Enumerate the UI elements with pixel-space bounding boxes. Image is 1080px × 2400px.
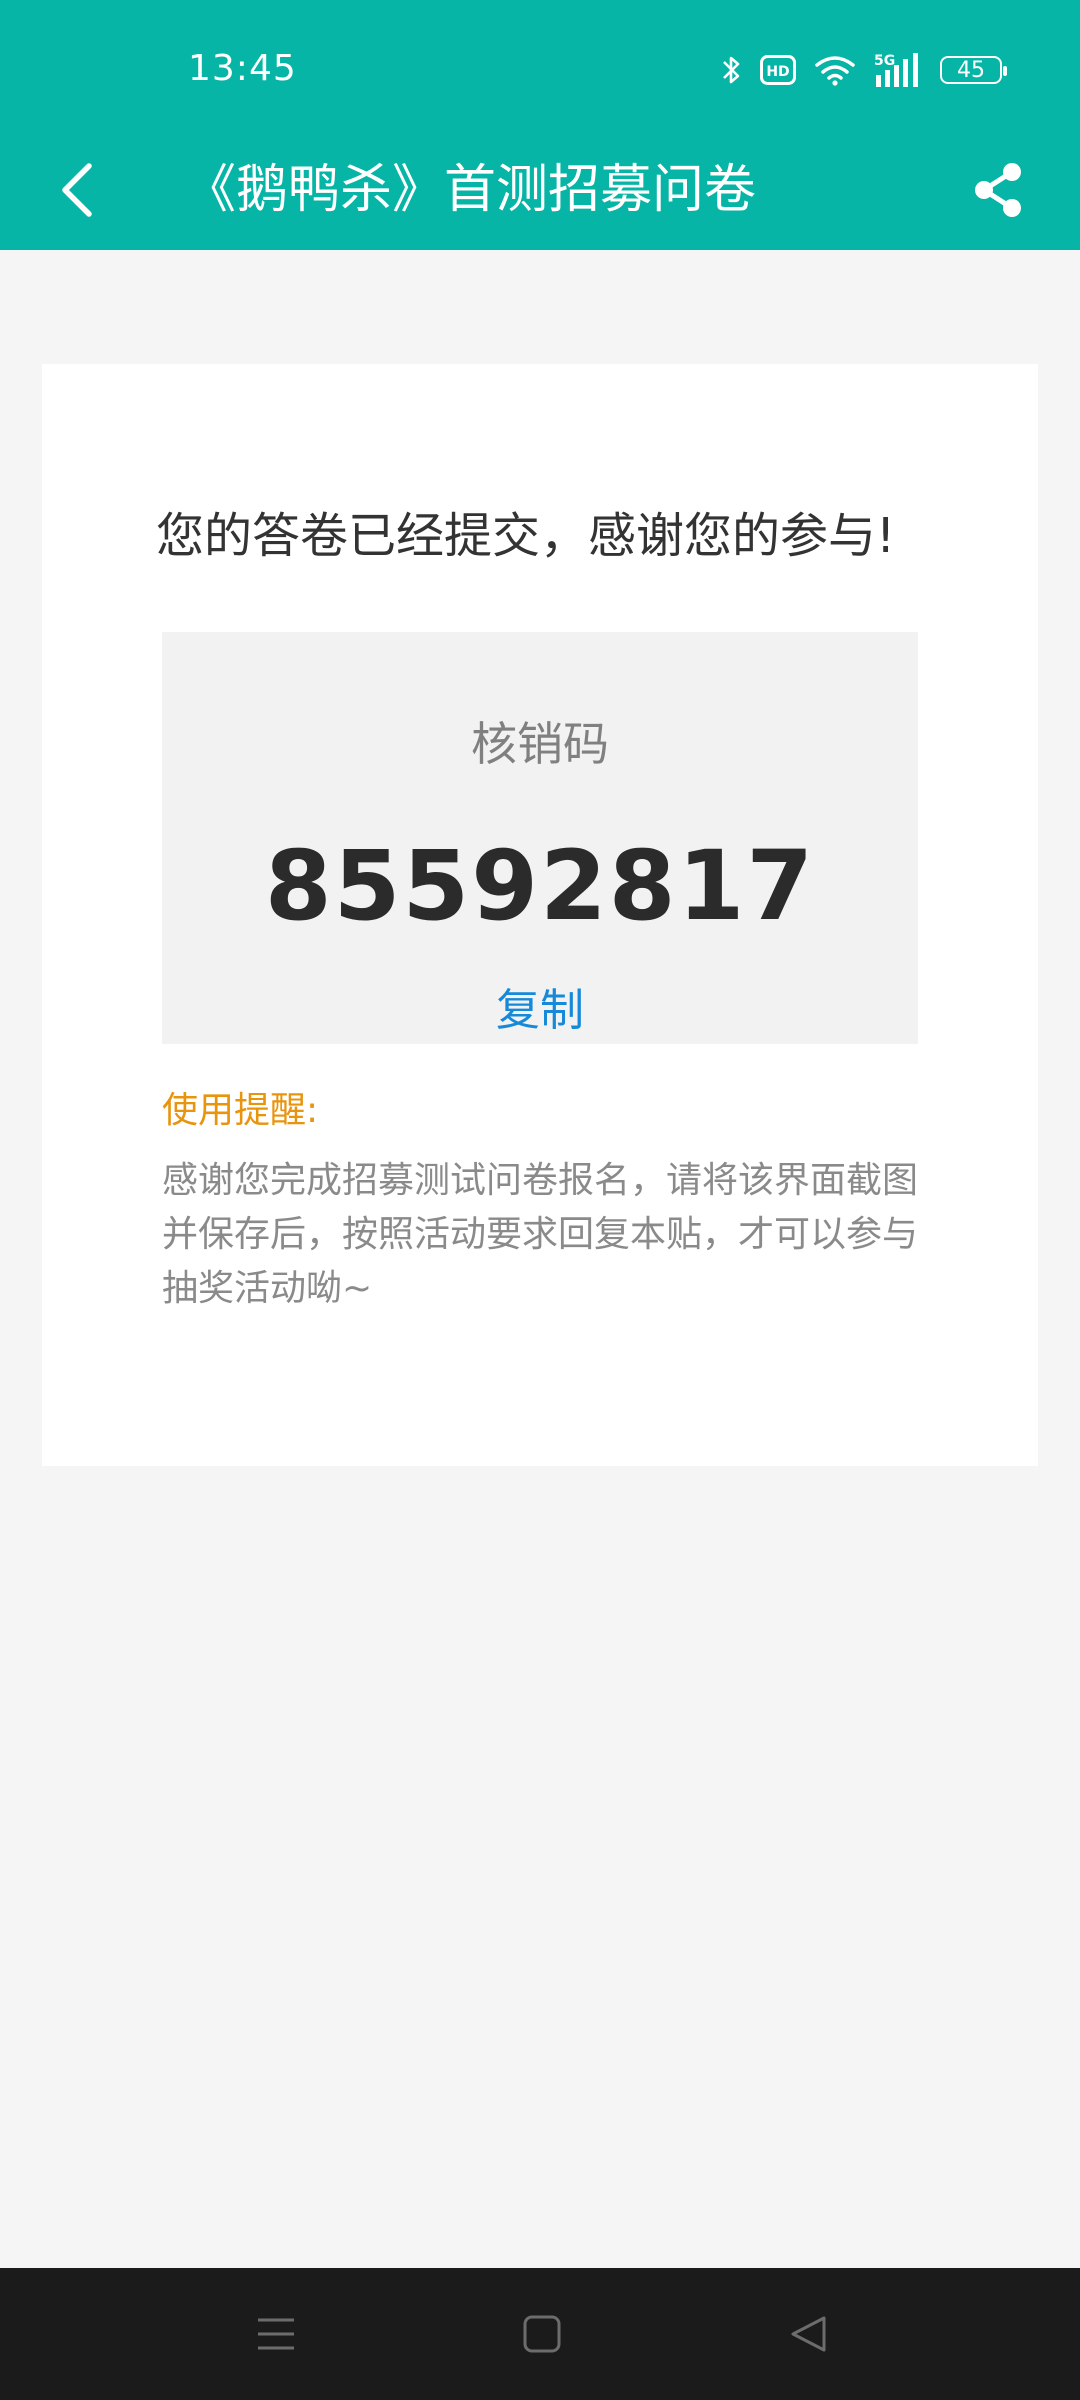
status-icons: HD 5G 45 [720, 48, 1007, 92]
bluetooth-icon [720, 53, 742, 87]
wifi-icon [814, 53, 856, 87]
battery-level: 45 [957, 57, 985, 83]
nav-back-button[interactable] [778, 2304, 838, 2364]
copy-button[interactable]: 复制 [162, 984, 918, 1038]
hd-icon: HD [760, 55, 796, 85]
redemption-code-box: 核销码 85592817 复制 [162, 632, 918, 1044]
result-card: 您的答卷已经提交，感谢您的参与! 核销码 85592817 复制 使用提醒: 感… [42, 364, 1038, 1466]
code-label: 核销码 [471, 717, 609, 771]
menu-button[interactable] [246, 2304, 306, 2364]
share-button[interactable] [960, 152, 1036, 228]
back-button[interactable] [42, 150, 112, 230]
app-header: 13:45 HD 5G 45 《鹅鸭杀》首测招募问卷 [0, 0, 1080, 250]
svg-text:HD: HD [766, 64, 789, 80]
home-icon [523, 2315, 561, 2353]
share-icon [975, 163, 1021, 217]
tip-body: 感谢您完成招募测试问卷报名，请将该界面截图并保存后，按照活动要求回复本贴，才可以… [162, 1160, 919, 1309]
battery-icon: 45 [940, 56, 1007, 84]
page-title: 《鹅鸭杀》首测招募问卷 [184, 160, 757, 220]
redemption-code: 85592817 [264, 830, 816, 942]
signal-icon: 5G [874, 51, 922, 89]
status-time: 13:45 [188, 48, 297, 89]
title-bar: 《鹅鸭杀》首测招募问卷 [0, 130, 1080, 250]
home-button[interactable] [512, 2304, 572, 2364]
status-bar: 13:45 HD 5G 45 [0, 0, 1080, 140]
system-navigation-bar [0, 2268, 1080, 2400]
success-message: 您的答卷已经提交，感谢您的参与! [156, 508, 896, 564]
menu-icon [258, 2318, 294, 2350]
back-triangle-icon [791, 2316, 826, 2352]
tip-title: 使用提醒: [162, 1090, 319, 1131]
network-label: 5G [874, 53, 895, 69]
chevron-left-icon [62, 163, 92, 217]
